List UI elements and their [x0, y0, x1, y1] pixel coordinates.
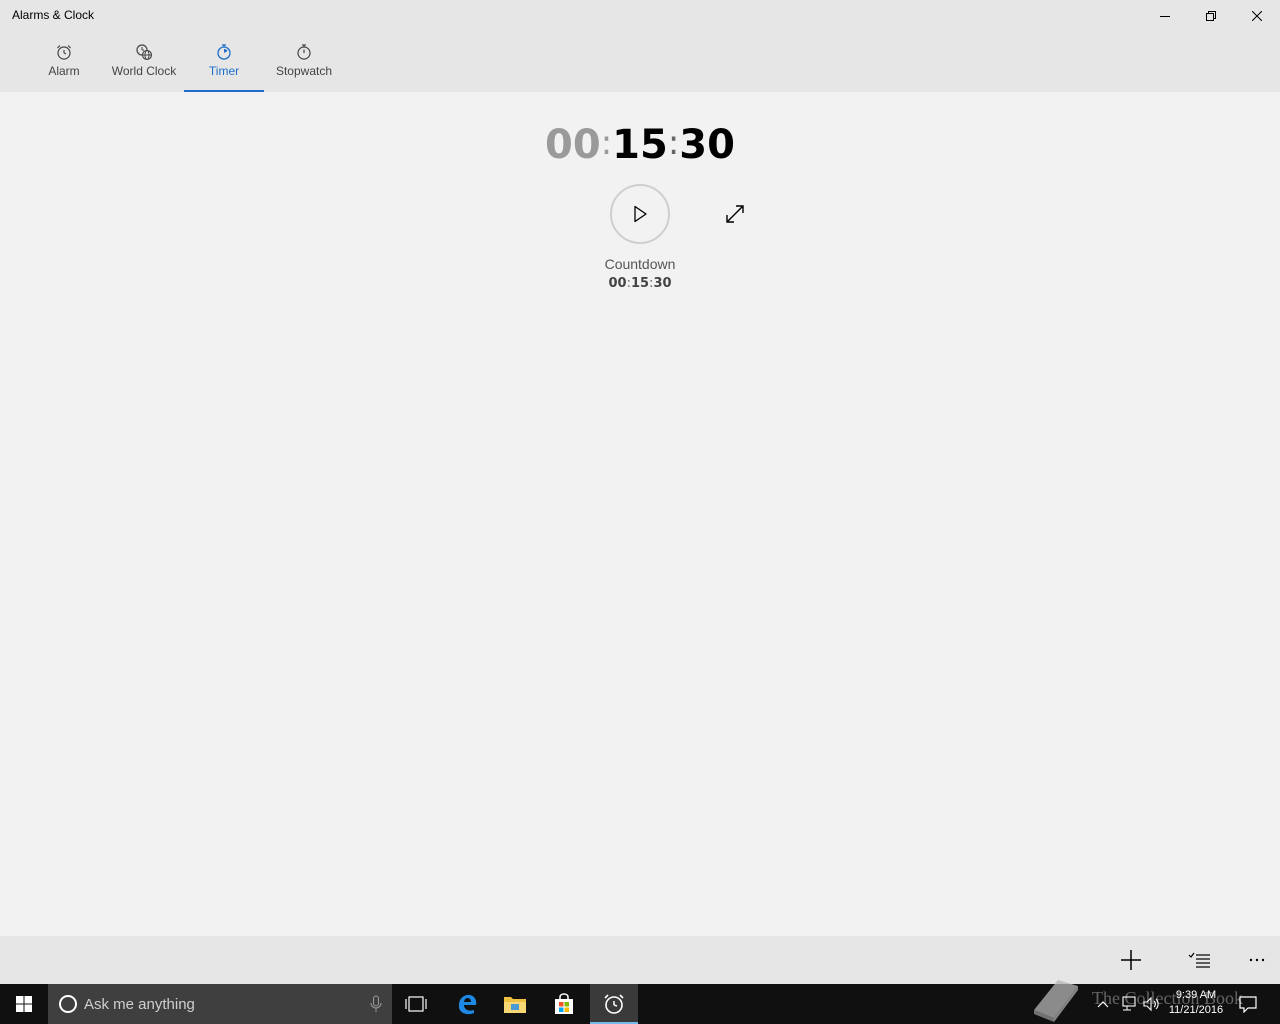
task-view-icon — [405, 996, 427, 1012]
timer-minutes: 15 — [612, 122, 668, 168]
network-icon — [1122, 996, 1136, 1011]
taskbar-store[interactable] — [540, 984, 588, 1024]
taskbar-alarms-clock[interactable] — [590, 984, 638, 1024]
store-icon — [555, 993, 573, 1014]
close-button[interactable] — [1234, 0, 1280, 32]
start-timer-button[interactable] — [610, 184, 670, 244]
speaker-icon — [1143, 996, 1159, 1012]
tab-alarm-label: Alarm — [48, 64, 80, 78]
edge-icon — [458, 994, 477, 1015]
clock-date: 11/21/2016 — [1168, 1004, 1224, 1016]
taskbar: Ask me anything 9:39 AM 11/21/2016 — [0, 984, 1280, 1024]
time-separator: : — [600, 123, 613, 163]
expand-icon — [726, 205, 744, 223]
world-clock-icon — [134, 42, 154, 62]
title-bar: Alarms & Clock — [0, 0, 1280, 32]
select-button[interactable] — [1175, 936, 1223, 984]
cortana-icon — [48, 984, 88, 1024]
timer-hours: 00 — [545, 122, 601, 168]
more-button[interactable] — [1233, 936, 1280, 984]
timer-display: 00:15:30 — [0, 122, 1280, 168]
tab-stopwatch[interactable]: Stopwatch — [264, 32, 344, 92]
play-icon — [634, 205, 647, 223]
add-timer-button[interactable] — [1107, 936, 1155, 984]
app-title: Alarms & Clock — [12, 8, 95, 22]
search-placeholder: Ask me anything — [84, 995, 195, 1013]
cortana-search-box[interactable]: Ask me anything — [48, 984, 392, 1024]
command-bar — [0, 936, 1280, 984]
select-list-icon — [1188, 952, 1210, 968]
timer-small-hours: 00 — [608, 276, 627, 291]
restore-button[interactable] — [1188, 0, 1234, 32]
timer-seconds: 30 — [679, 122, 735, 168]
minimize-button[interactable] — [1142, 0, 1188, 32]
tab-world-clock-label: World Clock — [111, 64, 177, 78]
timer-name: Countdown — [604, 256, 676, 272]
tab-bar: Alarm World Clock Timer Stopwatch — [0, 32, 1280, 92]
tab-world-clock[interactable]: World Clock — [104, 32, 184, 92]
tab-timer-label: Timer — [208, 64, 240, 78]
start-button[interactable] — [0, 984, 48, 1024]
chevron-up-icon — [1097, 1001, 1109, 1008]
add-icon — [1121, 950, 1141, 970]
stopwatch-icon — [294, 42, 314, 62]
task-view-button[interactable] — [392, 984, 440, 1024]
tab-timer[interactable]: Timer — [184, 32, 264, 92]
taskbar-file-explorer[interactable] — [491, 984, 539, 1024]
clock-time: 9:39 AM — [1175, 989, 1217, 1001]
close-icon — [1252, 11, 1262, 21]
tab-alarm[interactable]: Alarm — [36, 32, 92, 92]
action-center-button[interactable] — [1234, 984, 1262, 1024]
minimize-icon — [1160, 16, 1170, 17]
expand-button[interactable] — [720, 199, 750, 229]
restore-icon — [1206, 11, 1216, 21]
system-clock[interactable]: 9:39 AM 11/21/2016 — [1164, 988, 1228, 1018]
timer-icon — [214, 42, 234, 62]
more-icon — [1249, 958, 1265, 962]
show-hidden-icons-button[interactable] — [1093, 984, 1113, 1024]
notification-icon — [1239, 996, 1257, 1013]
timer-small-seconds: 30 — [653, 276, 672, 291]
folder-icon — [504, 997, 526, 1013]
microphone-icon[interactable] — [370, 995, 382, 1018]
volume-button[interactable] — [1140, 984, 1164, 1024]
timer-original-duration: 00:15:30 — [0, 276, 1280, 291]
taskbar-edge[interactable] — [443, 984, 491, 1024]
alarm-clock-icon — [54, 42, 74, 62]
timer-small-minutes: 15 — [630, 276, 650, 291]
network-button[interactable] — [1115, 984, 1139, 1024]
tab-stopwatch-label: Stopwatch — [275, 64, 333, 78]
windows-logo-icon — [16, 996, 32, 1012]
alarm-clock-icon — [604, 994, 624, 1014]
time-separator: : — [667, 123, 680, 163]
